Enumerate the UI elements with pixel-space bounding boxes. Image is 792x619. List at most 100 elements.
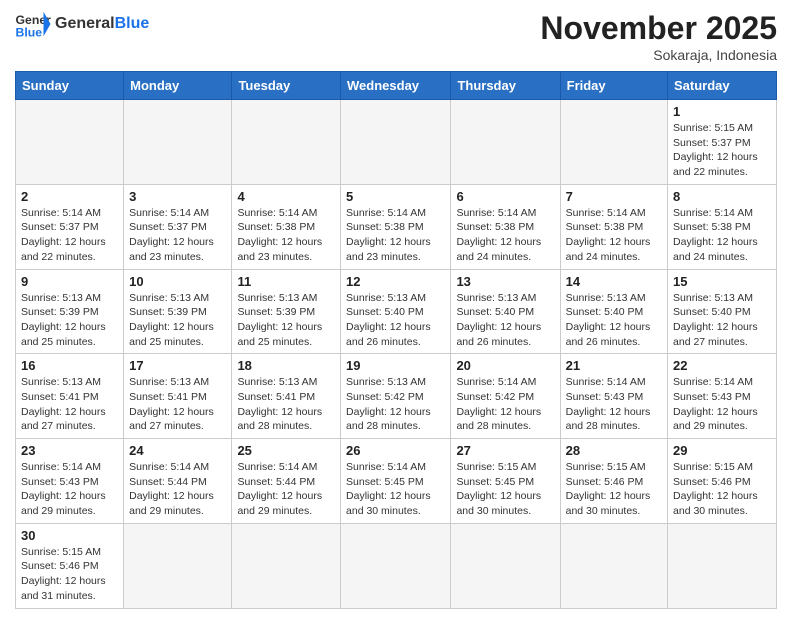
day-info: Sunrise: 5:13 AM Sunset: 5:41 PM Dayligh… (129, 375, 226, 434)
day-info: Sunrise: 5:13 AM Sunset: 5:41 PM Dayligh… (237, 375, 335, 434)
calendar-week-6: 30 Sunrise: 5:15 AM Sunset: 5:46 PM Dayli… (16, 523, 777, 608)
day-info: Sunrise: 5:15 AM Sunset: 5:45 PM Dayligh… (456, 460, 554, 519)
day-info: Sunrise: 5:13 AM Sunset: 5:40 PM Dayligh… (456, 291, 554, 350)
title-area: November 2025 Sokaraja, Indonesia (540, 10, 777, 63)
calendar-cell: 27 Sunrise: 5:15 AM Sunset: 5:45 PM Dayli… (451, 439, 560, 524)
calendar-cell (451, 100, 560, 185)
day-info: Sunrise: 5:14 AM Sunset: 5:38 PM Dayligh… (566, 206, 662, 265)
weekday-header-thursday: Thursday (451, 72, 560, 100)
day-info: Sunrise: 5:15 AM Sunset: 5:46 PM Dayligh… (566, 460, 662, 519)
calendar-cell: 7 Sunrise: 5:14 AM Sunset: 5:38 PM Daylig… (560, 184, 667, 269)
calendar-cell (560, 523, 667, 608)
calendar-cell (560, 100, 667, 185)
calendar-cell: 10Sunrise: 5:13 AM Sunset: 5:39 PM Dayli… (124, 269, 232, 354)
calendar-cell: 23 Sunrise: 5:14 AM Sunset: 5:43 PM Dayli… (16, 439, 124, 524)
header: General Blue GeneralBlue November 2025 S… (15, 10, 777, 63)
day-number: 19 (346, 358, 445, 373)
day-info: Sunrise: 5:13 AM Sunset: 5:40 PM Dayligh… (566, 291, 662, 350)
location-subtitle: Sokaraja, Indonesia (540, 47, 777, 63)
weekday-header-tuesday: Tuesday (232, 72, 341, 100)
day-info: Sunrise: 5:14 AM Sunset: 5:43 PM Dayligh… (21, 460, 118, 519)
day-number: 9 (21, 274, 118, 289)
calendar-cell: 17 Sunrise: 5:13 AM Sunset: 5:41 PM Dayli… (124, 354, 232, 439)
day-info: Sunrise: 5:14 AM Sunset: 5:44 PM Dayligh… (129, 460, 226, 519)
day-number: 16 (21, 358, 118, 373)
day-number: 18 (237, 358, 335, 373)
calendar-cell: 3 Sunrise: 5:14 AM Sunset: 5:37 PM Daylig… (124, 184, 232, 269)
day-info: Sunrise: 5:14 AM Sunset: 5:38 PM Dayligh… (346, 206, 445, 265)
day-info: Sunrise: 5:14 AM Sunset: 5:38 PM Dayligh… (237, 206, 335, 265)
calendar-cell (16, 100, 124, 185)
calendar-cell: 1Sunrise: 5:15 AM Sunset: 5:37 PM Daylig… (668, 100, 777, 185)
day-number: 12 (346, 274, 445, 289)
day-number: 15 (673, 274, 771, 289)
calendar: SundayMondayTuesdayWednesdayThursdayFrid… (15, 71, 777, 609)
calendar-cell: 6Sunrise: 5:14 AM Sunset: 5:38 PM Daylig… (451, 184, 560, 269)
weekday-header-monday: Monday (124, 72, 232, 100)
calendar-cell: 21 Sunrise: 5:14 AM Sunset: 5:43 PM Dayli… (560, 354, 667, 439)
calendar-week-4: 16 Sunrise: 5:13 AM Sunset: 5:41 PM Dayli… (16, 354, 777, 439)
weekday-header-saturday: Saturday (668, 72, 777, 100)
day-number: 3 (129, 189, 226, 204)
calendar-cell (232, 523, 341, 608)
day-number: 28 (566, 443, 662, 458)
day-number: 26 (346, 443, 445, 458)
day-info: Sunrise: 5:14 AM Sunset: 5:38 PM Dayligh… (456, 206, 554, 265)
weekday-header-row: SundayMondayTuesdayWednesdayThursdayFrid… (16, 72, 777, 100)
calendar-cell (451, 523, 560, 608)
day-number: 8 (673, 189, 771, 204)
day-number: 17 (129, 358, 226, 373)
day-number: 25 (237, 443, 335, 458)
day-info: Sunrise: 5:14 AM Sunset: 5:43 PM Dayligh… (566, 375, 662, 434)
day-number: 4 (237, 189, 335, 204)
weekday-header-sunday: Sunday (16, 72, 124, 100)
day-number: 21 (566, 358, 662, 373)
day-info: Sunrise: 5:14 AM Sunset: 5:37 PM Dayligh… (129, 206, 226, 265)
calendar-cell: 30 Sunrise: 5:15 AM Sunset: 5:46 PM Dayli… (16, 523, 124, 608)
logo: General Blue GeneralBlue (15, 10, 149, 38)
day-number: 23 (21, 443, 118, 458)
month-title: November 2025 (540, 10, 777, 47)
calendar-week-5: 23 Sunrise: 5:14 AM Sunset: 5:43 PM Dayli… (16, 439, 777, 524)
calendar-cell: 2Sunrise: 5:14 AM Sunset: 5:37 PM Daylig… (16, 184, 124, 269)
calendar-cell: 12 Sunrise: 5:13 AM Sunset: 5:40 PM Dayli… (341, 269, 451, 354)
day-info: Sunrise: 5:15 AM Sunset: 5:37 PM Dayligh… (673, 121, 771, 180)
day-info: Sunrise: 5:14 AM Sunset: 5:42 PM Dayligh… (456, 375, 554, 434)
calendar-cell: 15 Sunrise: 5:13 AM Sunset: 5:40 PM Dayli… (668, 269, 777, 354)
calendar-cell: 29Sunrise: 5:15 AM Sunset: 5:46 PM Dayli… (668, 439, 777, 524)
day-info: Sunrise: 5:14 AM Sunset: 5:44 PM Dayligh… (237, 460, 335, 519)
day-info: Sunrise: 5:14 AM Sunset: 5:45 PM Dayligh… (346, 460, 445, 519)
logo-icon: General Blue (15, 10, 51, 38)
calendar-cell: 24 Sunrise: 5:14 AM Sunset: 5:44 PM Dayli… (124, 439, 232, 524)
day-info: Sunrise: 5:13 AM Sunset: 5:40 PM Dayligh… (673, 291, 771, 350)
calendar-cell (341, 523, 451, 608)
calendar-cell (232, 100, 341, 185)
calendar-cell (668, 523, 777, 608)
day-info: Sunrise: 5:13 AM Sunset: 5:39 PM Dayligh… (21, 291, 118, 350)
day-number: 29 (673, 443, 771, 458)
day-info: Sunrise: 5:13 AM Sunset: 5:42 PM Dayligh… (346, 375, 445, 434)
svg-text:Blue: Blue (16, 25, 43, 38)
day-info: Sunrise: 5:13 AM Sunset: 5:40 PM Dayligh… (346, 291, 445, 350)
calendar-cell: 19 Sunrise: 5:13 AM Sunset: 5:42 PM Dayli… (341, 354, 451, 439)
day-number: 27 (456, 443, 554, 458)
day-info: Sunrise: 5:13 AM Sunset: 5:41 PM Dayligh… (21, 375, 118, 434)
weekday-header-friday: Friday (560, 72, 667, 100)
day-info: Sunrise: 5:13 AM Sunset: 5:39 PM Dayligh… (237, 291, 335, 350)
day-number: 20 (456, 358, 554, 373)
day-number: 30 (21, 528, 118, 543)
calendar-cell: 28 Sunrise: 5:15 AM Sunset: 5:46 PM Dayli… (560, 439, 667, 524)
day-number: 24 (129, 443, 226, 458)
calendar-cell: 14Sunrise: 5:13 AM Sunset: 5:40 PM Dayli… (560, 269, 667, 354)
calendar-cell: 4 Sunrise: 5:14 AM Sunset: 5:38 PM Daylig… (232, 184, 341, 269)
calendar-cell: 22Sunrise: 5:14 AM Sunset: 5:43 PM Dayli… (668, 354, 777, 439)
calendar-cell: 9 Sunrise: 5:13 AM Sunset: 5:39 PM Daylig… (16, 269, 124, 354)
calendar-week-3: 9 Sunrise: 5:13 AM Sunset: 5:39 PM Daylig… (16, 269, 777, 354)
calendar-cell: 5 Sunrise: 5:14 AM Sunset: 5:38 PM Daylig… (341, 184, 451, 269)
day-info: Sunrise: 5:14 AM Sunset: 5:43 PM Dayligh… (673, 375, 771, 434)
calendar-cell: 20 Sunrise: 5:14 AM Sunset: 5:42 PM Dayli… (451, 354, 560, 439)
day-info: Sunrise: 5:15 AM Sunset: 5:46 PM Dayligh… (21, 545, 118, 604)
day-number: 7 (566, 189, 662, 204)
day-info: Sunrise: 5:14 AM Sunset: 5:37 PM Dayligh… (21, 206, 118, 265)
day-number: 5 (346, 189, 445, 204)
